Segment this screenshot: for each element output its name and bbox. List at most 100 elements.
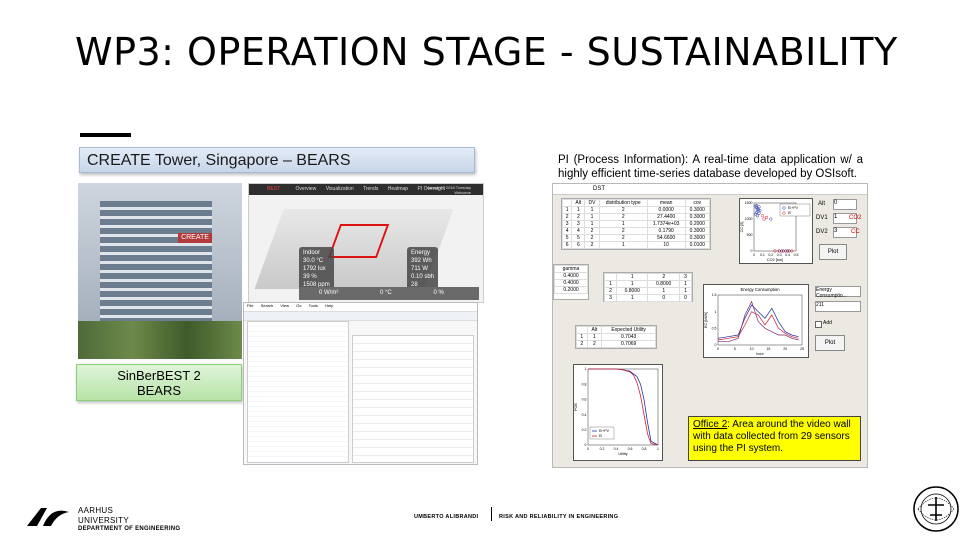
x-tick-label: 0.6 [628,447,633,451]
y-tick-label: 0 [585,443,587,447]
col-alt: Alt [571,199,586,207]
x-tick-label: 0 [587,447,589,451]
row-num: 4 [561,227,573,235]
cell: 6 [571,241,586,249]
cell: 0.7043 [601,333,656,341]
table-header-row: Alt DV distribution type mean cov [561,199,711,207]
y-tick-label: 0.5 [712,327,717,331]
legend-label: EI+PV [788,206,799,210]
poe-plot: 0 0.2 0.4 0.6 0.8 1 0 0.2 0.4 0.6 0.8 1 Utility POE EI… [573,364,663,461]
scatter-point [762,217,766,221]
x-tick-label: 0 [717,347,719,351]
pi-attributes-grid[interactable] [352,335,474,463]
row-num: 3 [561,220,573,228]
pi-menu-file[interactable]: File [247,303,253,308]
cell: 1 [598,241,648,249]
gamma-header: gamma [554,265,588,273]
bears-dashboard-screenshot: BEST Overview Visualization Trends Heatm… [248,183,484,303]
row-num: 3 [603,294,618,302]
row-num: 2 [576,340,588,348]
table-row: 0.2000 [554,286,588,294]
nav-heatmap[interactable]: Heatmap [388,186,408,192]
control-cc-label: CC [851,229,860,235]
cell: 2 [584,227,600,235]
x-tick-label: 10 [750,347,754,351]
plot-area [717,294,803,346]
pi-menu-view[interactable]: View [280,303,289,308]
row-num: 2 [603,287,618,295]
cell: 10 [646,241,686,249]
cell: 1 [586,333,603,341]
energy-sbh: 0.10 sbh [411,274,435,280]
control-alt-input[interactable]: 0 [833,199,857,210]
x-tick-label: 0.1 [760,253,765,257]
cell: 0.2000 [554,286,588,294]
room-select[interactable]: 211 [815,301,861,312]
office-note-callout: Office 2: Area around the video wall wit… [688,416,861,461]
table-row: 1 1 0.7043 [576,333,656,341]
cell: 1 [584,213,600,221]
add-checkbox[interactable] [815,321,822,328]
control-alt-label: Alt [818,201,826,207]
y-tick-label: 0 [715,343,717,347]
y-tick-label: 0.2 [582,428,587,432]
gamma-table[interactable]: gamma 0.4000 0.4000 0.2000 [553,264,589,300]
pi-element-tree[interactable] [247,321,349,463]
y-tick-label: 1000 [745,217,753,221]
cell: 2 [598,206,648,214]
indoor-lux: 1792 lux [303,266,326,272]
cell: 1 [678,287,693,295]
scatter-point [758,209,762,213]
col-cov: cov [684,199,711,207]
utility-table[interactable]: Alt Expected Utility 1 1 0.7043 2 2 0.7069 [575,325,657,349]
bears-nav-bar: BEST Overview Visualization Trends Heatm… [249,184,483,195]
plot2-button[interactable]: Plot [815,335,845,351]
cell: 0.2000 [684,220,711,228]
plot-button[interactable]: Plot [819,244,847,260]
pi-menu-bar: File Search View Go Tools Help [244,303,477,312]
indoor-title: Indoor [303,250,321,256]
pi-menu-tools[interactable]: Tools [309,303,318,308]
y-tick-label: 500 [747,233,753,237]
cell: 1 [598,220,648,228]
y-axis-label: CC [$] [740,222,744,233]
cell: 1 [678,280,693,288]
table-row: 3100 [603,294,693,302]
cell: 5 [571,234,586,242]
cell: 1 [616,294,649,302]
nav-trends[interactable]: Trends [363,186,378,192]
table-row: 1 1 1 2 0.0000 0.3000 [561,206,711,214]
y-axis-label: EC [kWh] [704,312,708,328]
nav-overview[interactable]: Overview [295,186,316,192]
weights-table[interactable]: 123 1 1 0.8000 1 2 0.8000 1 1 3100 [603,272,693,302]
aarhus-university-logo-icon [27,508,69,526]
pi-description: PI (Process Information): A real-time da… [558,154,863,180]
cell: 0.0100 [684,241,711,249]
col-index [561,199,573,207]
col-alt: Alt [586,326,603,334]
cell: 0.3000 [684,206,711,214]
scatter-point [760,214,764,218]
pi-menu-go[interactable]: Go [296,303,301,308]
energy-panel: Energy 392 Wh 711 W 0.10 sbh 28 [407,247,439,291]
cell: 0 [678,294,693,302]
cell: 0.1790 [646,227,686,235]
indoor-humidity: 39 % [303,274,317,280]
nav-visualization[interactable]: Visualization [326,186,354,192]
pi-menu-search[interactable]: Search [261,303,274,308]
bears-bottom-bar: 0 W/m² 0 °C 0 % [299,287,479,300]
row-num: 2 [561,213,573,221]
energy-plot: Energy Consumption 0 5 10 15 20 25 0 0.5 1 1.5 hour… [703,284,809,358]
alternatives-table[interactable]: Alt DV distribution type mean cov 1 1 1 2 0.… [561,198,711,250]
x-tick-label: 0.3 [777,253,782,257]
table-row: 6 6 2 1 10 0.0100 [561,241,711,249]
x-tick-label: 0.5 [794,253,799,257]
x-tick-label: 5 [734,347,736,351]
energy-select[interactable]: Energy Consumptio... [815,286,861,299]
y-tick-label: 0.4 [582,413,587,417]
table-row: 0.4000 [554,279,588,287]
row-num: 1 [603,280,618,288]
cell: 2 [571,213,586,221]
pi-menu-help[interactable]: Help [325,303,333,308]
row-num: 1 [561,206,573,214]
